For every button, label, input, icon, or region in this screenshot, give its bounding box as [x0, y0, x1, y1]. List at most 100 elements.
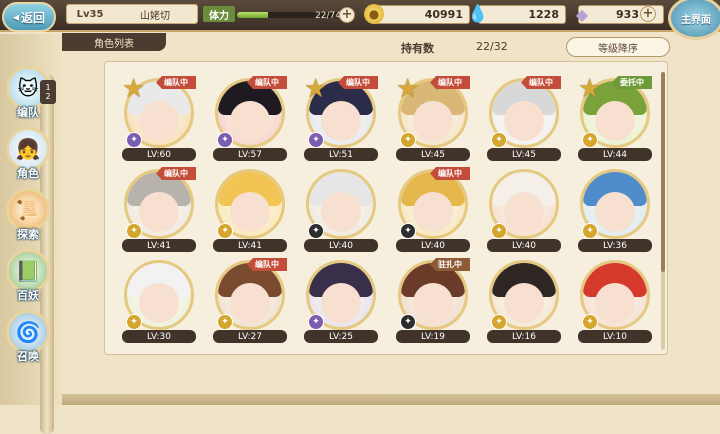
- water-drop-icon: 💧: [467, 4, 489, 24]
- main-menu-button[interactable]: 主界面: [668, 0, 720, 40]
- stamina-value: 22/74: [315, 11, 341, 21]
- status-tag: 编队中: [430, 76, 470, 89]
- character-level: LV:40: [304, 239, 378, 252]
- character-face: [321, 101, 361, 141]
- nav-item-3[interactable]: 📗 百妖: [4, 249, 52, 307]
- player-info: Lv35 山姥切: [66, 4, 198, 24]
- character-face: [139, 192, 179, 232]
- character-card[interactable]: ✦ LV:41: [211, 165, 289, 253]
- character-card[interactable]: ✦ LV:40: [302, 165, 380, 253]
- status-tag: 驻扎中: [430, 258, 470, 271]
- character-face: [413, 101, 453, 141]
- crystal-icon: ◆: [575, 4, 589, 24]
- player-name: 山姥切: [140, 10, 170, 22]
- gold-counter: 40991: [372, 5, 470, 24]
- leader-star-icon: ★: [122, 74, 146, 104]
- character-level: LV:41: [122, 239, 196, 252]
- element-icon: ✦: [308, 314, 324, 330]
- status-tag: 编队中: [156, 76, 196, 89]
- character-level: LV:27: [213, 330, 287, 343]
- character-card[interactable]: 编队中 ✦ LV:27: [211, 256, 289, 344]
- character-level: LV:25: [304, 330, 378, 343]
- nav-label: 角色: [17, 167, 39, 180]
- element-icon: ✦: [491, 132, 507, 148]
- element-icon: ✦: [126, 132, 142, 148]
- character-card[interactable]: 编队中 ✦ LV:57: [211, 74, 289, 162]
- status-tag: 编队中: [247, 76, 287, 89]
- status-tag: 委托中: [612, 76, 652, 89]
- character-face: [230, 101, 270, 141]
- gold-value: 40991: [424, 8, 463, 21]
- character-card[interactable]: ★ 编队中 ✦ LV:60: [120, 74, 198, 162]
- character-card[interactable]: ★ 委托中 ✦ LV:44: [576, 74, 654, 162]
- character-level: LV:10: [578, 330, 652, 343]
- character-card[interactable]: 编队中 ✦ LV:40: [394, 165, 472, 253]
- top-bar: ◂ 返回 Lv35 山姥切 体力 22/74 + 40991 ● 1228 💧 …: [0, 0, 720, 32]
- stamina-meter: 体力 22/74: [203, 6, 355, 24]
- formation-badge: 12: [40, 80, 56, 104]
- character-level: LV:60: [122, 148, 196, 161]
- character-card[interactable]: 驻扎中 ✦ LV:19: [394, 256, 472, 344]
- character-face: [595, 101, 635, 141]
- character-card[interactable]: ✦ LV:40: [485, 165, 563, 253]
- element-icon: ✦: [308, 132, 324, 148]
- character-card[interactable]: ✦ LV:30: [120, 256, 198, 344]
- character-card[interactable]: 编队中 ✦ LV:41: [120, 165, 198, 253]
- character-face: [321, 283, 361, 323]
- nav-item-0[interactable]: 🐱 编队 1 2: [4, 66, 56, 124]
- owned-label: 持有数: [401, 42, 434, 55]
- character-face: [413, 192, 453, 232]
- character-face: [230, 283, 270, 323]
- element-icon: ✦: [582, 223, 598, 239]
- character-face: [139, 283, 179, 323]
- grid-scrollbar[interactable]: [661, 72, 665, 350]
- bottom-frame: [62, 394, 720, 405]
- add-stamina-button[interactable]: +: [339, 7, 355, 23]
- owned-count: 22/32: [476, 40, 508, 53]
- element-icon: ✦: [217, 314, 233, 330]
- sort-button[interactable]: 等级降序: [566, 37, 670, 57]
- crystal-value: 933: [616, 8, 639, 21]
- sort-label: 等级降序: [598, 43, 638, 55]
- character-card[interactable]: 编队中 ✦ LV:45: [485, 74, 563, 162]
- character-level: LV:45: [396, 148, 470, 161]
- character-card[interactable]: ✦ LV:36: [576, 165, 654, 253]
- back-button[interactable]: ◂ 返回: [2, 2, 56, 32]
- nav-label: 百妖: [17, 289, 39, 302]
- character-level: LV:19: [396, 330, 470, 343]
- status-tag: 编队中: [430, 167, 470, 180]
- character-level: LV:57: [213, 148, 287, 161]
- character-card[interactable]: ✦ LV:10: [576, 256, 654, 344]
- status-tag: 编队中: [338, 76, 378, 89]
- character-level: LV:36: [578, 239, 652, 252]
- character-face: [504, 101, 544, 141]
- gold-coin-icon: ●: [364, 4, 384, 24]
- character-level: LV:44: [578, 148, 652, 161]
- leader-star-icon: ★: [304, 74, 328, 104]
- character-face: [139, 101, 179, 141]
- nav-item-4[interactable]: 🌀 召唤: [4, 310, 52, 368]
- character-level: LV:51: [304, 148, 378, 161]
- character-level: LV:40: [396, 239, 470, 252]
- back-label: 返回: [21, 10, 46, 25]
- status-tag: 编队中: [247, 258, 287, 271]
- element-icon: ✦: [400, 132, 416, 148]
- character-face: [321, 192, 361, 232]
- nav-label: 召唤: [17, 350, 39, 363]
- character-card[interactable]: ★ 编队中 ✦ LV:45: [394, 74, 472, 162]
- character-card[interactable]: ✦ LV:25: [302, 256, 380, 344]
- character-card[interactable]: ★ 编队中 ✦ LV:51: [302, 74, 380, 162]
- character-card[interactable]: ✦ LV:16: [485, 256, 563, 344]
- element-icon: ✦: [217, 223, 233, 239]
- stamina-label: 体力: [203, 6, 235, 22]
- add-crystal-button[interactable]: +: [640, 6, 656, 22]
- water-counter: 1228: [478, 5, 566, 24]
- nav-item-1[interactable]: 👧 角色: [4, 127, 52, 185]
- nav-item-2[interactable]: 📜 探索: [4, 188, 52, 246]
- status-tag: 编队中: [156, 167, 196, 180]
- character-level: LV:40: [487, 239, 561, 252]
- element-icon: ✦: [491, 314, 507, 330]
- scrollbar-thumb[interactable]: [661, 72, 665, 272]
- element-icon: ✦: [582, 132, 598, 148]
- character-level: LV:30: [122, 330, 196, 343]
